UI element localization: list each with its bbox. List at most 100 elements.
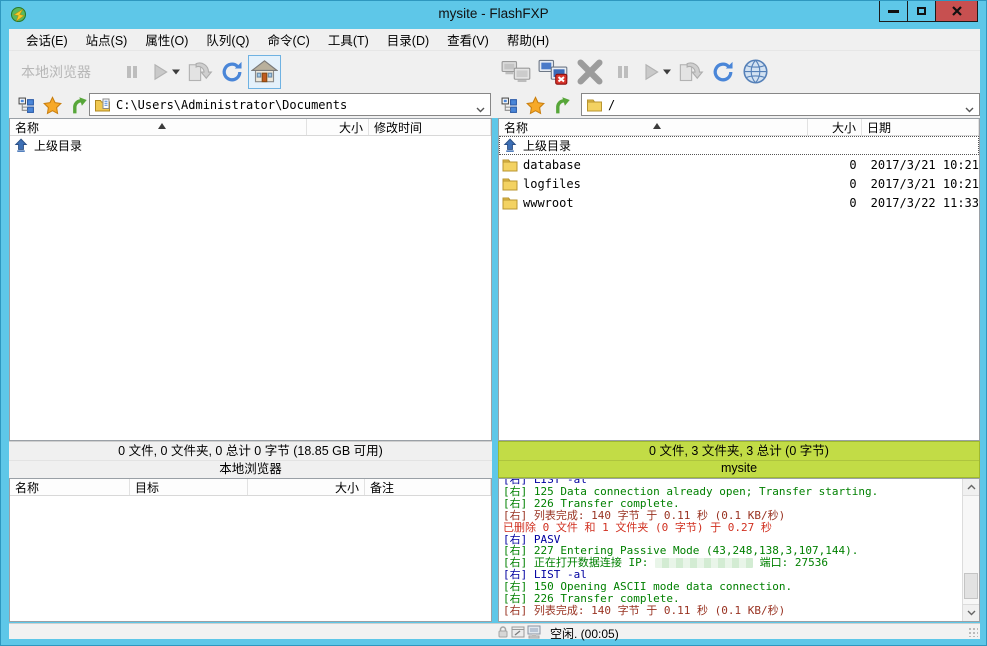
- local-toolbar: 本地浏览器: [21, 51, 281, 92]
- local-transfer-button[interactable]: [147, 55, 183, 89]
- log-line: [右] 列表完成: 140 字节 于 0.11 秒 (0.1 KB/秒): [503, 510, 960, 522]
- local-list-header: 名称大小修改时间: [10, 119, 491, 136]
- abort-button[interactable]: [572, 55, 608, 89]
- dropdown-icon: [172, 69, 180, 75]
- scroll-down-button[interactable]: [963, 604, 979, 621]
- minimize-icon: [888, 10, 899, 13]
- disconnect-button[interactable]: [535, 55, 572, 89]
- log-line: 已删除 0 文件 和 1 文件夹 (0 字节) 于 0.27 秒: [503, 522, 960, 534]
- refresh-icon: [710, 59, 736, 85]
- disconnect-icon: [538, 58, 569, 85]
- remote-go-up-button[interactable]: [550, 94, 572, 116]
- remote-queue-transfer-button[interactable]: [674, 55, 707, 89]
- menu-item-6[interactable]: 目录(D): [378, 28, 438, 51]
- local-home-button[interactable]: [248, 55, 281, 89]
- remote-status-summary: 0 文件, 3 文件夹, 3 总计 (0 字节): [499, 442, 979, 461]
- menu-item-4[interactable]: 命令(C): [258, 28, 318, 51]
- home-icon: [251, 58, 278, 85]
- dropdown-icon: [663, 69, 671, 75]
- remote-tree-view-button[interactable]: [498, 94, 520, 116]
- column-header-target[interactable]: 目标: [130, 479, 248, 495]
- play-icon: [641, 62, 661, 82]
- site-globe-button[interactable]: [739, 55, 772, 89]
- remote-pause-button[interactable]: [608, 55, 638, 89]
- local-list-body: 上级目录: [10, 136, 491, 155]
- file-row-logfiles[interactable]: logfiles02017/3/21 10:21: [499, 174, 979, 193]
- remote-favorites-button[interactable]: [524, 94, 546, 116]
- local-status-summary: 0 文件, 0 文件夹, 0 总计 0 字节 (18.85 GB 可用): [9, 442, 492, 461]
- menu-item-0[interactable]: 会话(E): [17, 28, 77, 51]
- local-status-label: 本地浏览器: [9, 461, 492, 478]
- local-path-combobox[interactable]: C:\Users\Administrator\Documents: [89, 93, 491, 116]
- file-row-database[interactable]: database02017/3/21 10:21: [499, 155, 979, 174]
- file-row-wwwroot[interactable]: wwwroot02017/3/22 11:33: [499, 193, 979, 212]
- menu-item-5[interactable]: 工具(T): [319, 28, 378, 51]
- column-header-size[interactable]: 大小: [307, 119, 369, 135]
- log-scrollbar[interactable]: [962, 479, 979, 621]
- minimize-button[interactable]: [879, 1, 908, 22]
- file-row-上级目录[interactable]: 上级目录: [10, 136, 491, 155]
- pause-icon: [123, 63, 141, 81]
- column-header-name[interactable]: 名称: [10, 119, 307, 135]
- remote-site-name: mysite: [499, 461, 979, 477]
- menu-item-2[interactable]: 属性(O): [136, 28, 197, 51]
- remote-transfer-button[interactable]: [638, 55, 674, 89]
- local-go-up-button[interactable]: [67, 94, 89, 116]
- remote-file-list: 名称大小日期 上级目录database02017/3/21 10:21logfi…: [498, 118, 980, 441]
- remote-status-bar: 0 文件, 3 文件夹, 3 总计 (0 字节) mysite: [498, 441, 980, 478]
- queue-panel: 名称目标大小备注: [9, 478, 492, 622]
- title-bar[interactable]: mysite - FlashFXP: [1, 1, 986, 29]
- column-header-name[interactable]: 名称: [499, 119, 808, 135]
- file-row-上级目录[interactable]: 上级目录: [499, 136, 979, 155]
- pause-icon: [614, 63, 632, 81]
- play-icon: [150, 62, 170, 82]
- local-tree-view-button[interactable]: [15, 94, 37, 116]
- local-refresh-button[interactable]: [216, 55, 248, 89]
- connect-button[interactable]: [498, 55, 535, 89]
- connect-icon: [501, 58, 532, 85]
- remote-toolbar: [498, 51, 772, 92]
- folder-icon: [502, 195, 519, 210]
- queue-header: 名称目标大小备注: [10, 479, 491, 496]
- local-browser-label: 本地浏览器: [21, 62, 91, 82]
- menu-item-8[interactable]: 帮助(H): [498, 28, 558, 51]
- resize-grip[interactable]: [968, 627, 978, 637]
- remote-path-combobox[interactable]: /: [581, 93, 980, 116]
- log-line: [右] 列表完成: 140 字节 于 0.11 秒 (0.1 KB/秒): [503, 605, 960, 617]
- remote-refresh-button[interactable]: [707, 55, 739, 89]
- close-button[interactable]: [935, 1, 978, 22]
- log-content: [右] LIST -al[右] 125 Data connection alre…: [503, 478, 960, 622]
- address-row: C:\Users\Administrator\Documents /: [9, 92, 980, 118]
- column-header-name[interactable]: 名称: [10, 479, 130, 495]
- scrollbar-thumb[interactable]: [964, 573, 978, 599]
- folder-icon: [586, 97, 603, 112]
- remote-list-header: 名称大小日期: [499, 119, 979, 136]
- scroll-up-button[interactable]: [963, 479, 979, 496]
- column-header-size[interactable]: 大小: [248, 479, 365, 495]
- window-title: mysite - FlashFXP: [1, 6, 986, 21]
- computer-icon: [526, 625, 542, 642]
- menu-item-7[interactable]: 查看(V): [438, 28, 498, 51]
- window-icon: [511, 625, 525, 642]
- chevron-down-icon: [476, 102, 485, 116]
- maximize-button[interactable]: [907, 1, 936, 22]
- column-header-date[interactable]: 日期: [862, 119, 979, 135]
- chevron-down-icon: [965, 102, 974, 116]
- column-header-note[interactable]: 备注: [365, 479, 491, 495]
- column-header-size[interactable]: 大小: [808, 119, 862, 135]
- local-pause-button[interactable]: [117, 55, 147, 89]
- menu-item-1[interactable]: 站点(S): [77, 28, 137, 51]
- tree-view-icon: [18, 97, 35, 114]
- local-file-list: 名称大小修改时间 上级目录: [9, 118, 492, 441]
- remote-path-value: /: [608, 98, 615, 112]
- up-level-icon: [13, 138, 30, 153]
- folder-icon: [502, 157, 519, 172]
- menu-item-3[interactable]: 队列(Q): [197, 28, 258, 51]
- tree-view-icon: [501, 97, 518, 114]
- go-up-icon: [69, 96, 88, 115]
- toolbar: 本地浏览器: [9, 51, 980, 92]
- favorites-star-icon: [43, 96, 62, 115]
- local-favorites-button[interactable]: [41, 94, 63, 116]
- column-header-modified[interactable]: 修改时间: [369, 119, 491, 135]
- local-queue-transfer-button[interactable]: [183, 55, 216, 89]
